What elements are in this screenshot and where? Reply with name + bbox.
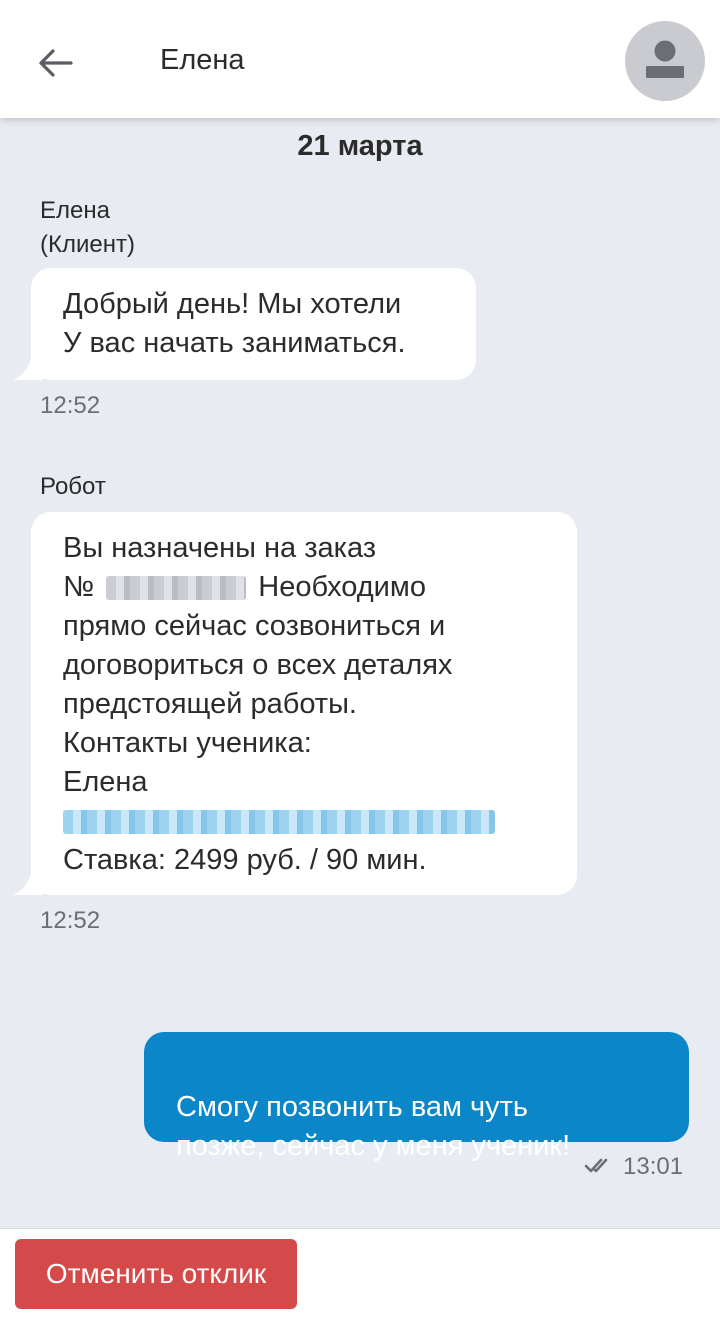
double-check-icon (584, 1158, 608, 1173)
bubble-tail (176, 1055, 206, 1077)
message-text-line: Добрый день! Мы хотели (63, 288, 402, 320)
message-bubble-outgoing: Смогу позвонить вам чуть позже, сейчас у… (144, 1032, 689, 1162)
message-text-line: Елена (63, 766, 148, 798)
message-sender-role: (Клиент) (40, 231, 135, 258)
redacted-order-number (106, 576, 247, 601)
message-sender-name: Робот (40, 473, 106, 500)
message-text-line: Ставка: 2499 руб. / 90 мин. (63, 844, 427, 876)
message-text-fragment: Необходимо (258, 571, 426, 603)
message-bubble-incoming: Вы назначены на заказ № Необходимо прямо… (13, 512, 577, 895)
chat-area[interactable]: 21 марта Елена (Клиент) Добрый день! Мы … (0, 118, 720, 1228)
footer-bar: Отменить отклик (0, 1228, 720, 1318)
contact-name: Елена (160, 44, 245, 76)
message-text-line (63, 802, 545, 841)
bubble-tail (13, 358, 43, 380)
back-button[interactable] (30, 38, 80, 88)
date-separator: 21 марта (297, 130, 423, 162)
message-text-line: № Необходимо (63, 568, 545, 607)
message-text-line: прямо сейчас созвониться и (63, 610, 446, 642)
message-text-line: У вас начать заниматься. (63, 327, 406, 359)
chat-header: Елена (0, 0, 720, 118)
redacted-phone-link[interactable] (63, 810, 495, 835)
message-text-line: Смогу позвонить вам чуть (176, 1091, 529, 1123)
message-time: 12:52 (40, 392, 101, 419)
avatar[interactable] (625, 21, 705, 101)
cancel-response-button[interactable]: Отменить отклик (15, 1239, 297, 1309)
message-bubble-incoming: Добрый день! Мы хотели У вас начать зани… (13, 268, 476, 380)
message-text-line: Вы назначены на заказ (63, 532, 377, 564)
message-time: 13:01 (623, 1153, 684, 1180)
message-time: 12:52 (40, 907, 101, 934)
user-silhouette-icon (646, 40, 684, 78)
message-text-line: договориться о всех деталях (63, 649, 453, 681)
message-sender-name: Елена (40, 197, 110, 224)
message-text-line: предстоящей работы. (63, 688, 357, 720)
bubble-tail (13, 873, 43, 895)
message-text-line: Контакты ученика: (63, 727, 312, 759)
arrow-left-icon (39, 49, 73, 77)
order-number-prefix: № (63, 571, 95, 603)
